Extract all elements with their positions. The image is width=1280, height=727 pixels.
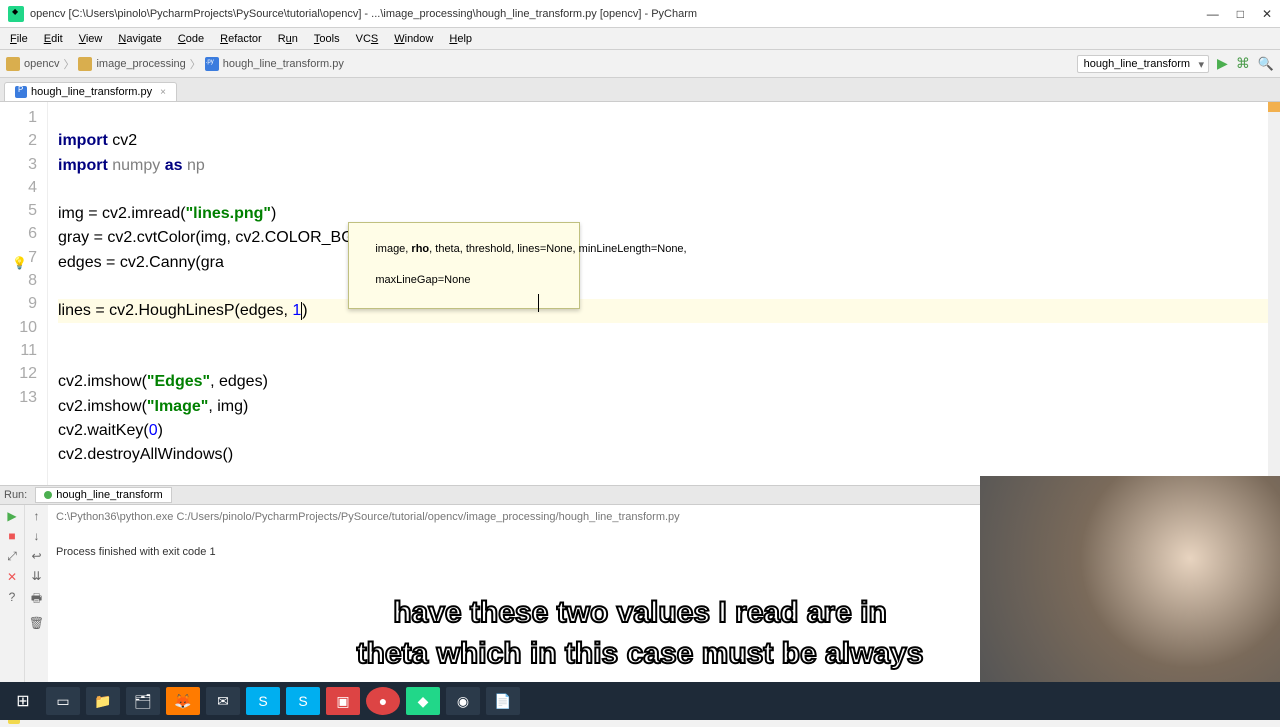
editor-tab[interactable]: hough_line_transform.py ×	[4, 82, 177, 101]
close-tab-icon[interactable]: ×	[160, 87, 166, 98]
navigation-bar: opencv 〉 image_processing 〉 hough_line_t…	[0, 50, 1280, 78]
folder-icon	[6, 57, 20, 71]
code-area[interactable]: import cv2 import numpy as np img = cv2.…	[48, 102, 1280, 485]
code-line: img = cv2.imread("lines.png")	[58, 205, 276, 222]
warning-marker[interactable]	[1268, 102, 1280, 112]
breadcrumb-sep: 〉	[63, 56, 74, 72]
search-everywhere-button[interactable]: 🔍	[1258, 56, 1274, 72]
code-line: cv2.imshow("Image", img)	[58, 398, 248, 415]
pycharm-taskbar-icon[interactable]: ◆	[406, 687, 440, 715]
intention-bulb-icon[interactable]: 💡	[12, 252, 27, 275]
code-line: cv2.waitKey(0)	[58, 422, 163, 439]
tab-label: hough_line_transform.py	[31, 86, 152, 98]
rerun-icon[interactable]: ▶	[7, 509, 16, 523]
breadcrumb-folder[interactable]: image_processing	[96, 58, 185, 70]
line-number: 6	[0, 222, 37, 245]
restore-layout-icon[interactable]: ⤢	[7, 549, 17, 564]
minimize-button[interactable]: —	[1207, 7, 1219, 21]
menu-vcs[interactable]: VCS	[350, 31, 385, 47]
webcam-overlay	[980, 476, 1280, 682]
file-explorer-icon[interactable]: 📁	[86, 687, 120, 715]
menu-bar: File Edit View Navigate Code Refactor Ru…	[0, 28, 1280, 50]
close-icon[interactable]: ✕	[7, 570, 17, 584]
print-icon[interactable]: 🖶	[31, 589, 42, 610]
line-number: 4	[0, 176, 37, 199]
mail-icon[interactable]: ✉	[206, 687, 240, 715]
parameter-info-popup: image, rho, theta, threshold, lines=None…	[348, 222, 580, 309]
down-icon[interactable]: ↓	[34, 529, 40, 543]
line-number: 5	[0, 199, 37, 222]
menu-tools[interactable]: Tools	[308, 31, 346, 47]
line-number: 2	[0, 129, 37, 152]
code-line: import cv2	[58, 132, 137, 149]
line-number: 11	[0, 339, 37, 362]
code-line: edges = cv2.Canny(gra	[58, 254, 224, 271]
run-label: Run:	[4, 489, 27, 501]
code-line	[58, 278, 62, 295]
up-icon[interactable]: ↑	[34, 509, 40, 523]
run-toolbar-primary: ▶ ■ ⤢ ✕ ?	[0, 505, 24, 707]
line-number: 13	[0, 386, 37, 409]
menu-help[interactable]: Help	[443, 31, 478, 47]
windows-taskbar: ⊞ ▭ 📁 🗂 🦊 ✉ S S ▣ ● ◆ ◉ 📄	[0, 682, 1280, 720]
folder-icon	[78, 57, 92, 71]
code-line	[58, 181, 62, 198]
app-icon[interactable]: ▣	[326, 687, 360, 715]
maximize-button[interactable]: □	[1237, 7, 1244, 21]
close-button[interactable]: ✕	[1262, 7, 1272, 21]
menu-code[interactable]: Code	[172, 31, 210, 47]
error-stripe[interactable]	[1268, 102, 1280, 485]
debug-button[interactable]: ⌘	[1236, 55, 1250, 72]
run-toolbar-secondary: ↑ ↓ ↩ ⇊ 🖶 🗑	[24, 505, 48, 707]
menu-refactor[interactable]: Refactor	[214, 31, 268, 47]
editor-tab-strip: hough_line_transform.py ×	[0, 78, 1280, 102]
secondary-caret	[538, 294, 539, 312]
task-view-button[interactable]: ▭	[46, 687, 80, 715]
breadcrumb: opencv 〉 image_processing 〉 hough_line_t…	[6, 56, 344, 72]
line-number: 12	[0, 362, 37, 385]
folder-icon[interactable]: 🗂	[126, 687, 160, 715]
breadcrumb-root[interactable]: opencv	[24, 58, 59, 70]
line-number: 9	[0, 292, 37, 315]
stop-icon[interactable]: ■	[8, 529, 15, 543]
menu-navigate[interactable]: Navigate	[112, 31, 167, 47]
skype-icon[interactable]: S	[286, 687, 320, 715]
editor[interactable]: 1 2 3 4 5 6 7 8 9 10 11 12 13 import cv2…	[0, 102, 1280, 485]
line-number: 3	[0, 153, 37, 176]
run-button[interactable]: ▶	[1217, 55, 1228, 72]
clear-all-icon[interactable]: 🗑	[29, 616, 44, 630]
code-line	[58, 349, 62, 366]
menu-view[interactable]: View	[73, 31, 109, 47]
code-line: import numpy as np	[58, 157, 205, 174]
code-line: cv2.imshow("Edges", edges)	[58, 373, 268, 390]
notepad-icon[interactable]: 📄	[486, 687, 520, 715]
run-status-dot-icon	[44, 491, 52, 499]
firefox-icon[interactable]: 🦊	[166, 687, 200, 715]
skype-icon[interactable]: S	[246, 687, 280, 715]
breadcrumb-file[interactable]: hough_line_transform.py	[223, 58, 344, 70]
window-title: opencv [C:\Users\pinolo\PycharmProjects\…	[30, 8, 1207, 20]
menu-run[interactable]: Run	[272, 31, 304, 47]
python-file-icon	[15, 86, 27, 98]
menu-window[interactable]: Window	[388, 31, 439, 47]
code-line: cv2.destroyAllWindows()	[58, 446, 233, 463]
line-number: 10	[0, 316, 37, 339]
menu-file[interactable]: File	[4, 31, 34, 47]
pycharm-icon	[8, 6, 24, 22]
python-file-icon	[205, 57, 219, 71]
soft-wrap-icon[interactable]: ↩	[31, 549, 41, 563]
chrome-icon[interactable]: ◉	[446, 687, 480, 715]
menu-edit[interactable]: Edit	[38, 31, 69, 47]
scroll-to-end-icon[interactable]: ⇊	[31, 569, 41, 583]
title-bar: opencv [C:\Users\pinolo\PycharmProjects\…	[0, 0, 1280, 28]
breadcrumb-sep: 〉	[190, 56, 201, 72]
help-icon[interactable]: ?	[9, 590, 16, 604]
line-gutter: 1 2 3 4 5 6 7 8 9 10 11 12 13	[0, 102, 48, 485]
run-config-selector[interactable]: hough_line_transform	[1077, 55, 1209, 73]
record-icon[interactable]: ●	[366, 687, 400, 715]
start-button[interactable]: ⊞	[6, 687, 40, 715]
code-line-current: lines = cv2.HoughLinesP(edges, 1)	[58, 299, 1280, 322]
line-number: 1	[0, 106, 37, 129]
